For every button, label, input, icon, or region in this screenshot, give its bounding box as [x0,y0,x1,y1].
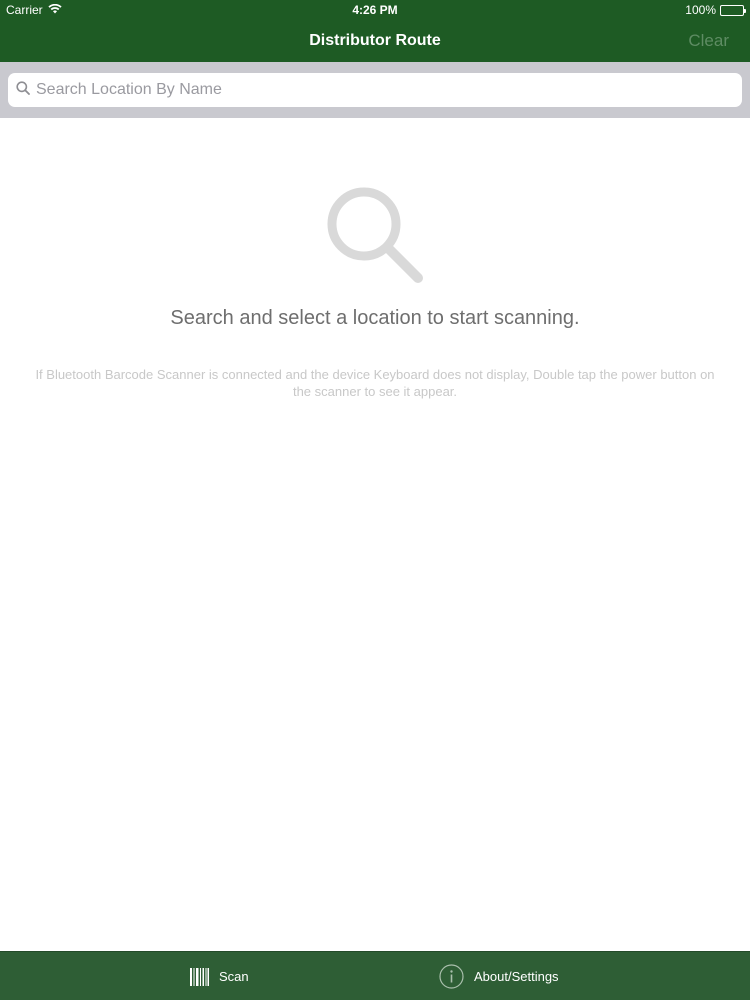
tab-scan-label: Scan [219,969,249,984]
info-icon [439,964,464,989]
magnifier-icon [324,184,428,288]
battery-percent: 100% [685,3,716,17]
tab-about-label: About/Settings [474,969,559,984]
empty-state-hint: If Bluetooth Barcode Scanner is connecte… [35,367,715,399]
tab-bar: Scan About/Settings [0,951,750,1000]
tab-scan[interactable]: Scan [190,952,249,1000]
search-input[interactable] [36,81,726,99]
status-right: 100% [685,3,746,17]
battery-icon [720,4,746,16]
clear-button[interactable]: Clear [688,31,729,51]
tab-about-settings[interactable]: About/Settings [439,952,559,1000]
status-bar: Carrier 4:26 PM 100% [0,0,750,20]
top-bar: Carrier 4:26 PM 100% Distributor Route C… [0,0,750,62]
search-box[interactable] [8,73,742,107]
empty-state-message: Search and select a location to start sc… [170,307,580,329]
search-bar-container [0,62,750,118]
barcode-icon [190,967,209,986]
page-title: Distributor Route [309,32,441,49]
status-time: 4:26 PM [352,3,398,17]
search-icon [8,80,30,100]
